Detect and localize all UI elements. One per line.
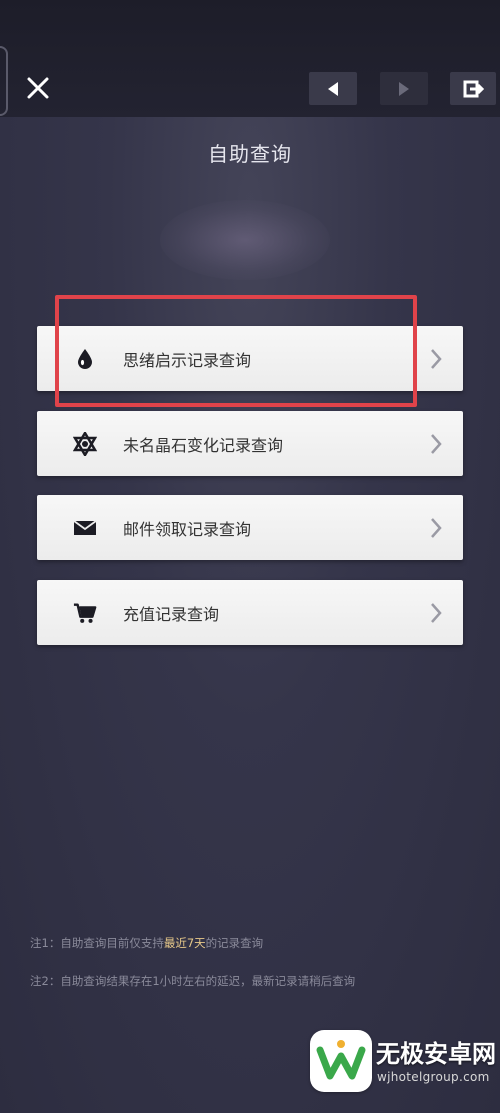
- menu-item-recharge-records[interactable]: 充值记录查询: [37, 580, 463, 645]
- chevron-right-icon: [431, 433, 442, 454]
- watermark-title: 无极安卓网: [376, 1040, 496, 1068]
- page-title: 自助查询: [208, 142, 292, 166]
- mail-icon: [73, 516, 97, 540]
- note-2: 注2：自助查询结果存在1小时左右的延迟，最新记录请稍后查询: [30, 974, 356, 988]
- menu-item-label: 思绪启示记录查询: [123, 350, 252, 370]
- note-1: 注1：自助查询目前仅支持最近7天的记录查询: [30, 935, 263, 951]
- side-tab-handle[interactable]: [0, 46, 8, 116]
- triangle-left-icon: [328, 81, 338, 96]
- watermark-url: wjhotelgroup.com: [377, 1070, 490, 1084]
- watermark: 无极安卓网 wjhotelgroup.com: [310, 1030, 500, 1100]
- triangle-right-icon: [399, 81, 409, 96]
- menu-item-mail-records[interactable]: 邮件领取记录查询: [37, 495, 463, 560]
- blurred-avatar: [160, 200, 330, 280]
- chevron-right-icon: [431, 348, 442, 369]
- hexagram-icon: [73, 431, 97, 456]
- top-bar: [0, 0, 500, 117]
- watermark-logo: [310, 1030, 372, 1092]
- chevron-right-icon: [431, 517, 442, 538]
- close-icon: [27, 77, 49, 99]
- menu-item-label: 邮件领取记录查询: [123, 519, 252, 539]
- forward-button[interactable]: [380, 72, 428, 105]
- note-1-prefix: 注1：自助查询目前仅支持: [30, 936, 164, 950]
- drop-icon: [73, 347, 97, 371]
- menu-item-crystal-records[interactable]: 未名晶石变化记录查询: [37, 411, 463, 476]
- cart-icon: [73, 601, 97, 625]
- menu-item-label: 未名晶石变化记录查询: [123, 435, 284, 455]
- note-1-highlight: 最近7天: [163, 936, 206, 950]
- menu-item-thought-records[interactable]: 思绪启示记录查询: [37, 326, 463, 391]
- back-button[interactable]: [309, 72, 357, 105]
- w-logo-icon: [316, 1040, 366, 1080]
- refresh-button[interactable]: [450, 72, 496, 105]
- menu-item-label: 充值记录查询: [123, 604, 220, 624]
- close-button[interactable]: [22, 72, 54, 104]
- refresh-icon: [463, 80, 484, 97]
- note-1-suffix: 的记录查询: [205, 936, 264, 950]
- chevron-right-icon: [431, 602, 442, 623]
